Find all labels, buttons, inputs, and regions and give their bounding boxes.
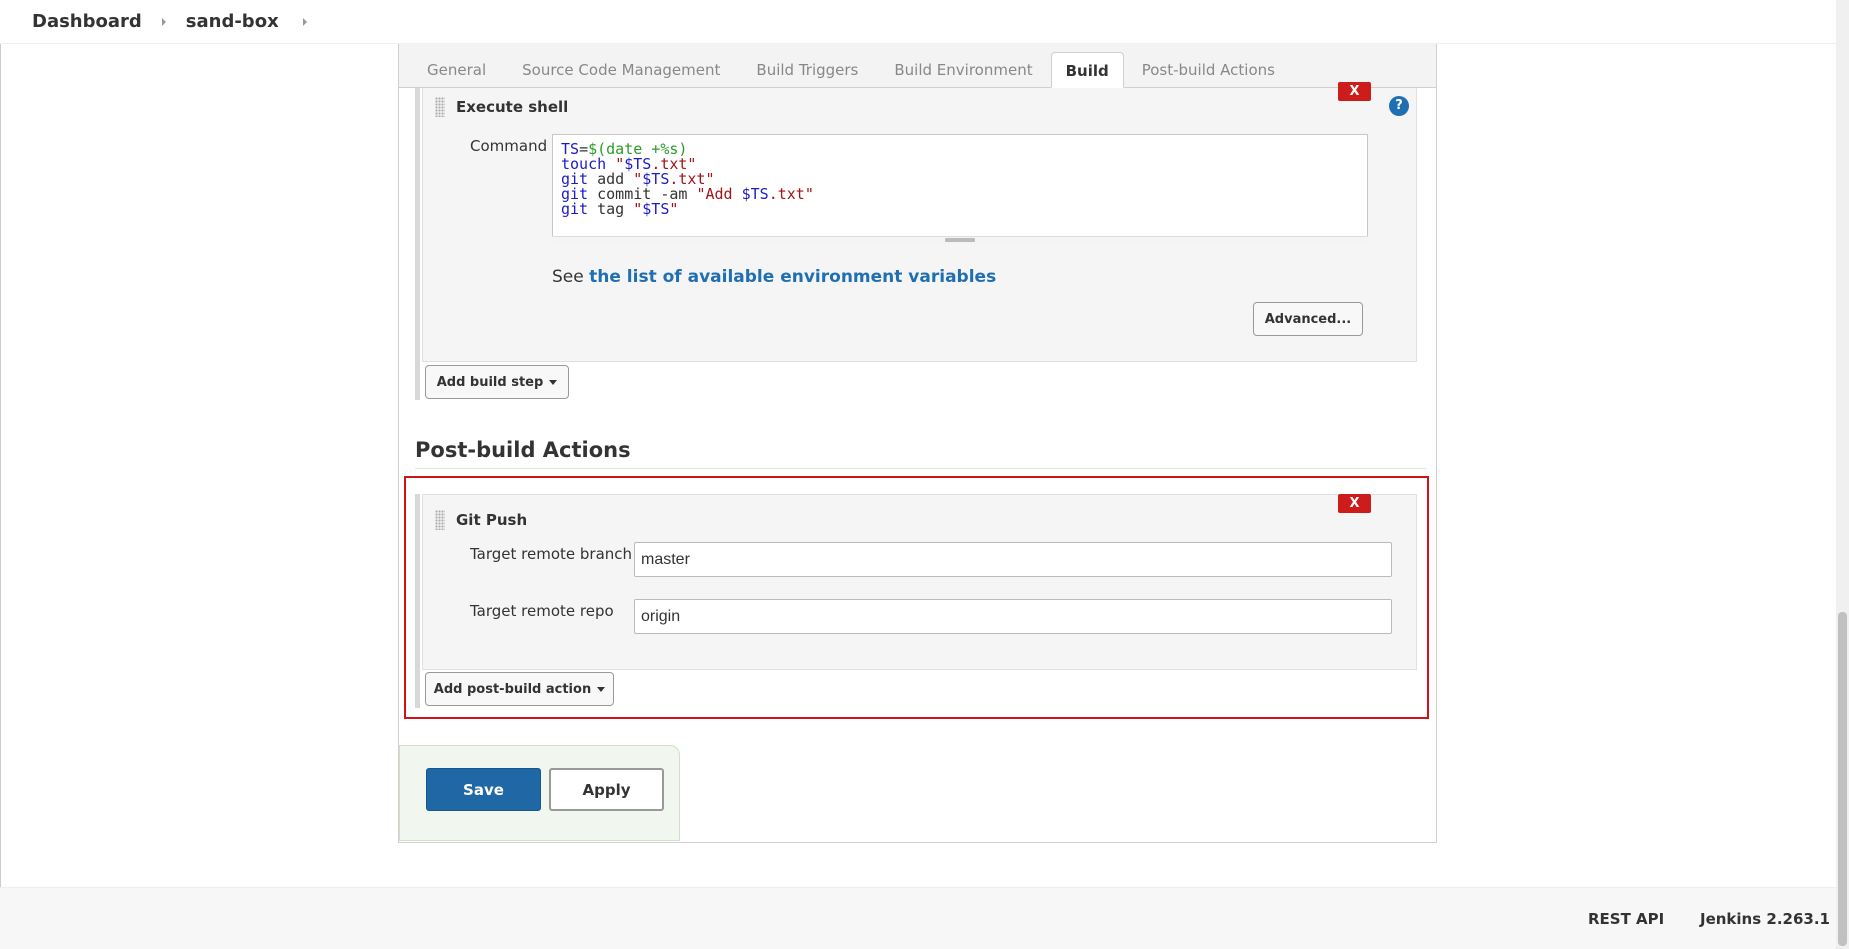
build-section-rail <box>415 88 420 400</box>
tab-build-environment[interactable]: Build Environment <box>876 52 1050 88</box>
tab-build[interactable]: Build <box>1050 52 1124 88</box>
target-remote-repo-label: Target remote repo <box>470 602 614 620</box>
save-button[interactable]: Save <box>426 768 541 811</box>
post-build-section-rail <box>415 494 420 708</box>
delete-git-push-button[interactable]: X <box>1338 494 1371 513</box>
tab-post-build-actions[interactable]: Post-build Actions <box>1124 52 1293 88</box>
drag-handle-icon[interactable] <box>435 510 445 530</box>
advanced-button-label: Advanced... <box>1264 311 1352 327</box>
env-variables-note: See the list of available environment va… <box>552 267 996 287</box>
target-remote-branch-input[interactable] <box>634 542 1392 577</box>
help-icon[interactable]: ? <box>1389 96 1409 116</box>
config-tabbar: General Source Code Management Build Tri… <box>398 44 1437 88</box>
rest-api-link[interactable]: REST API <box>1588 910 1664 928</box>
delete-execute-shell-button[interactable]: X <box>1338 82 1371 101</box>
apply-button[interactable]: Apply <box>549 768 664 811</box>
breadcrumb-separator-icon[interactable] <box>302 17 307 26</box>
resize-grip-icon[interactable] <box>945 238 975 242</box>
add-post-build-action-label: Add post-build action <box>433 681 592 697</box>
drag-handle-icon[interactable] <box>435 97 445 117</box>
git-push-title: Git Push <box>456 511 528 529</box>
add-build-step-button[interactable]: Add build step <box>425 365 569 399</box>
execute-shell-title: Execute shell <box>456 98 569 116</box>
env-note-prefix: See <box>552 267 590 287</box>
add-post-build-action-button[interactable]: Add post-build action <box>425 672 614 706</box>
env-variables-link[interactable]: the list of available environment variab… <box>589 267 996 287</box>
breadcrumb-dashboard[interactable]: Dashboard <box>32 11 142 32</box>
caret-down-icon <box>597 686 606 692</box>
tab-build-triggers[interactable]: Build Triggers <box>738 52 876 88</box>
scrollbar-thumb[interactable] <box>1838 612 1847 946</box>
command-label: Command <box>470 137 548 155</box>
target-remote-branch-label: Target remote branch <box>470 545 633 563</box>
tab-general[interactable]: General <box>409 52 504 88</box>
advanced-button[interactable]: Advanced... <box>1253 302 1363 336</box>
footer <box>0 887 1836 949</box>
tab-source-code-management[interactable]: Source Code Management <box>504 52 738 88</box>
post-build-heading: Post-build Actions <box>415 438 631 462</box>
jenkins-version-link[interactable]: Jenkins 2.263.1 <box>1700 910 1830 928</box>
section-divider <box>415 468 1427 469</box>
breadcrumb: Dashboard sand-box <box>0 0 1836 44</box>
target-remote-repo-input[interactable] <box>634 599 1392 634</box>
breadcrumb-separator-icon[interactable] <box>161 17 166 26</box>
add-build-step-label: Add build step <box>436 374 544 390</box>
command-editor[interactable]: TS=$(date +%s) touch "$TS.txt" git add "… <box>552 134 1368 244</box>
page-border <box>0 44 1 887</box>
git-push-step <box>422 494 1417 670</box>
breadcrumb-sand-box[interactable]: sand-box <box>186 11 279 32</box>
caret-down-icon <box>549 379 558 385</box>
